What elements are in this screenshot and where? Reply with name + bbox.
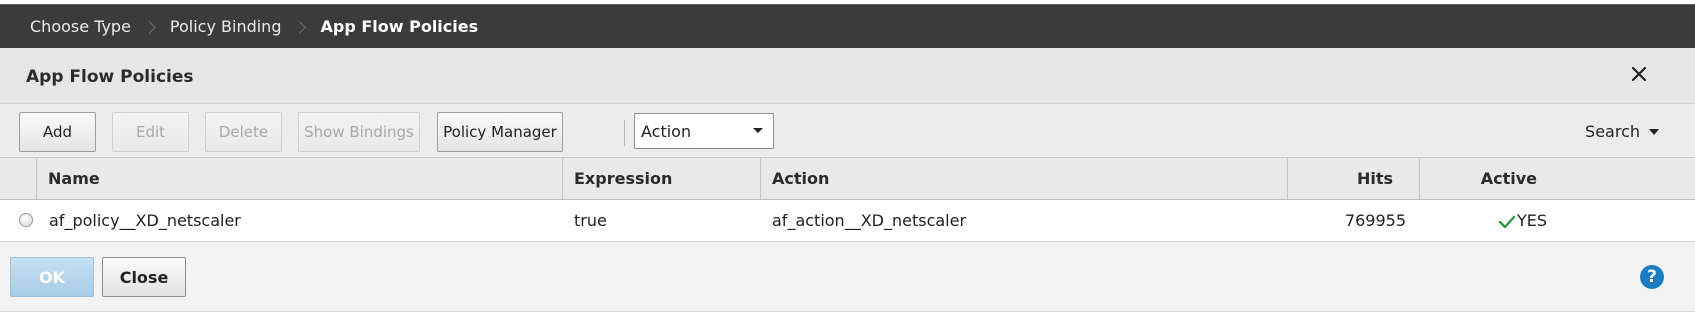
app-flow-policies-window: Choose Type Policy Binding App Flow Poli… [0, 0, 1695, 326]
ok-button[interactable]: OK [10, 257, 94, 297]
chevron-right-icon [293, 21, 307, 34]
search-button[interactable]: Search [1585, 122, 1659, 141]
dialog-footer: OK Close ? [0, 242, 1695, 312]
table-header: Name Expression Action Hits Active [0, 158, 1695, 200]
cell-name: af_policy__XD_netscaler [49, 211, 241, 230]
column-header-action[interactable]: Action [772, 158, 829, 199]
action-select-value: Action [641, 121, 692, 141]
cell-active: YES [1498, 200, 1547, 241]
chevron-right-icon [143, 21, 156, 34]
column-header-active[interactable]: Active [1481, 158, 1537, 199]
column-divider [562, 158, 563, 199]
row-select-radio[interactable] [19, 213, 33, 227]
toolbar: Add Edit Delete Show Bindings Policy Man… [0, 104, 1695, 158]
dialog-header: App Flow Policies [0, 48, 1695, 104]
close-button[interactable]: Close [102, 257, 186, 297]
breadcrumb-app-flow-policies: App Flow Policies [320, 17, 479, 36]
action-select[interactable]: Action [634, 113, 774, 149]
search-label: Search [1585, 122, 1640, 141]
column-header-hits[interactable]: Hits [1357, 158, 1393, 199]
breadcrumb-choose-type[interactable]: Choose Type [30, 17, 131, 36]
breadcrumb-policy-binding[interactable]: Policy Binding [170, 17, 282, 36]
column-header-name[interactable]: Name [48, 158, 100, 199]
chevron-down-icon [753, 128, 763, 133]
table-row[interactable]: af_policy__XD_netscaler true af_action__… [0, 200, 1695, 242]
close-icon[interactable] [1627, 62, 1651, 86]
edit-button[interactable]: Edit [112, 112, 189, 152]
toolbar-divider [624, 120, 625, 146]
policy-manager-button[interactable]: Policy Manager [437, 112, 563, 152]
cell-hits: 769955 [1344, 211, 1406, 230]
column-header-expression[interactable]: Expression [574, 158, 672, 199]
add-button[interactable]: Add [19, 112, 96, 152]
column-divider [1419, 158, 1420, 199]
checkmark-icon [1498, 214, 1516, 228]
column-divider [1287, 158, 1288, 199]
show-bindings-button[interactable]: Show Bindings [298, 112, 420, 152]
active-status-text: YES [1516, 211, 1547, 230]
dialog-title: App Flow Policies [26, 67, 194, 87]
help-icon[interactable]: ? [1640, 265, 1664, 289]
cell-expression: true [574, 211, 607, 230]
delete-button[interactable]: Delete [205, 112, 282, 152]
caret-down-icon [1649, 128, 1659, 135]
cell-action: af_action__XD_netscaler [772, 211, 967, 230]
breadcrumb: Choose Type Policy Binding App Flow Poli… [0, 4, 1695, 48]
column-divider [760, 158, 761, 199]
column-divider [36, 158, 37, 199]
